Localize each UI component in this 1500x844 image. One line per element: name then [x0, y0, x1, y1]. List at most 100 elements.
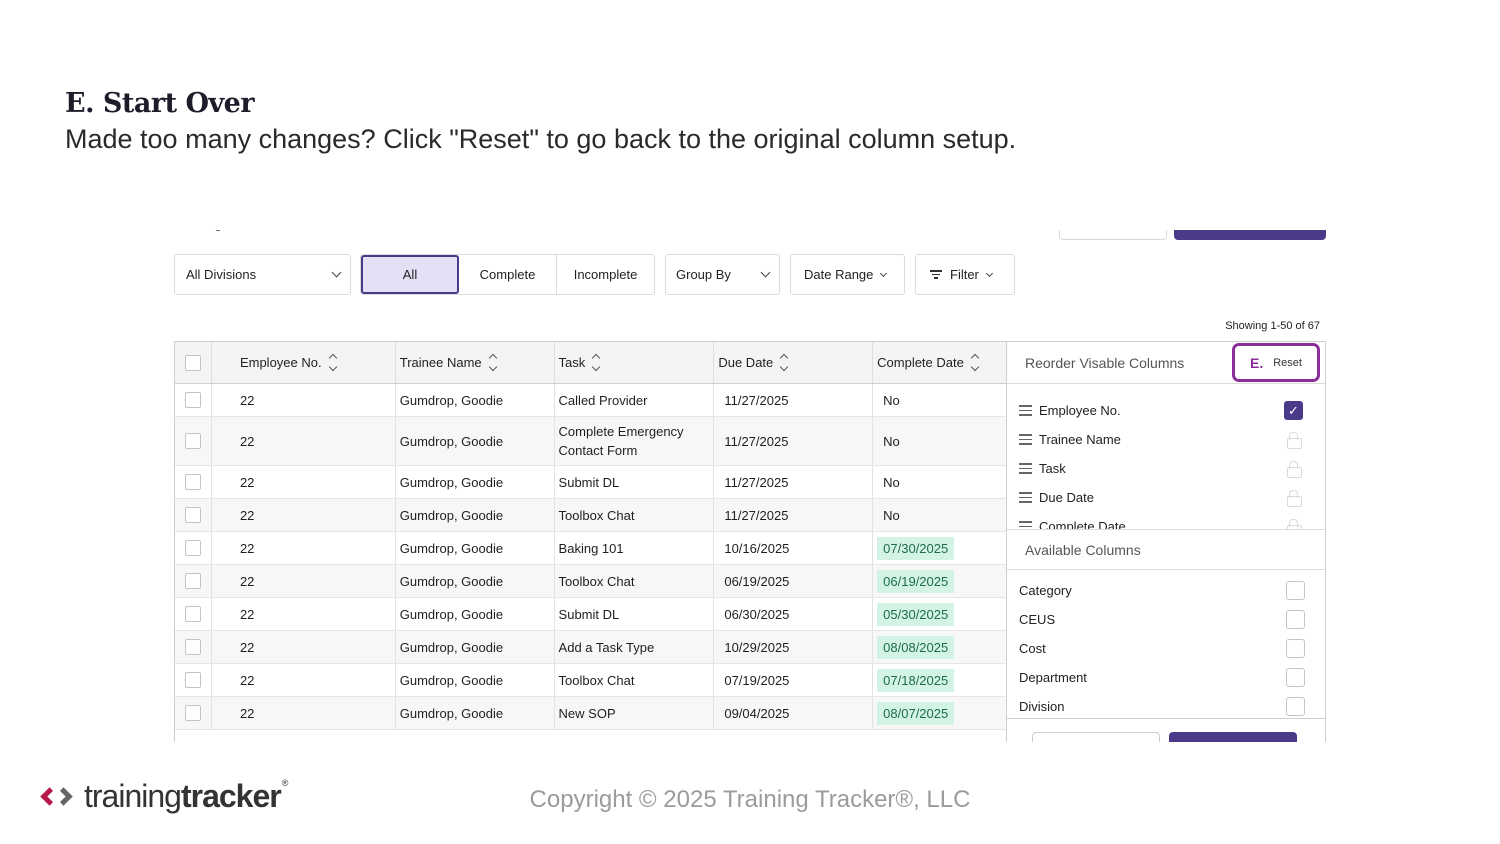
drag-handle-icon[interactable]	[1019, 463, 1032, 474]
group-by-select[interactable]: Group By	[665, 254, 780, 295]
lock-icon	[1287, 518, 1302, 529]
lock-icon	[1287, 489, 1302, 507]
cell-due-date: 07/19/2025	[714, 664, 874, 696]
header-task[interactable]: Task	[555, 342, 715, 383]
drag-handle-icon[interactable]	[1019, 521, 1032, 529]
table-row[interactable]: 22 Gumdrop, Goodie Submit DL 11/27/2025 No	[175, 466, 1006, 499]
visible-column-item[interactable]: Trainee Name	[1007, 425, 1325, 454]
available-column-checkbox[interactable]	[1286, 697, 1305, 716]
cell-due-date: 11/27/2025	[714, 499, 874, 531]
divisions-select-label: All Divisions	[186, 267, 257, 282]
cancel-button[interactable]	[1032, 732, 1160, 742]
available-column-item[interactable]: Division	[1007, 692, 1325, 721]
sort-icon[interactable]	[328, 353, 337, 372]
table-row[interactable]: 22 Gumdrop, Goodie New SOP 09/04/2025 08/07/…	[175, 697, 1006, 730]
visible-column-item[interactable]: Due Date	[1007, 483, 1325, 512]
visible-column-item[interactable]: Task	[1007, 454, 1325, 483]
row-select-cell	[175, 384, 212, 416]
table-row[interactable]: 22 Gumdrop, Goodie Complete Emergency Cont…	[175, 417, 1006, 466]
table-row[interactable]: 22 Gumdrop, Goodie Toolbox Chat 11/27/2025 N…	[175, 499, 1006, 532]
segment-all[interactable]: All	[361, 255, 459, 294]
complete-date-value: 08/08/2025	[877, 635, 955, 659]
table-row[interactable]: 22 Gumdrop, Goodie Called Provider 11/27/20…	[175, 384, 1006, 417]
cell-trainee-name: Gumdrop, Goodie	[396, 417, 555, 465]
primary-action-button[interactable]	[1174, 230, 1326, 240]
secondary-action-button[interactable]	[1059, 230, 1167, 240]
row-checkbox[interactable]	[184, 474, 201, 490]
row-checkbox[interactable]	[184, 392, 201, 408]
drag-handle-icon[interactable]	[1019, 434, 1032, 445]
row-checkbox[interactable]	[184, 672, 201, 688]
cell-due-date: 06/19/2025	[714, 565, 874, 597]
row-checkbox[interactable]	[184, 606, 201, 622]
filter-button[interactable]: Filter	[915, 254, 1015, 295]
row-checkbox[interactable]	[184, 705, 201, 721]
checked-checkbox-icon[interactable]: ✓	[1284, 401, 1303, 420]
header-employee-no[interactable]: Employee No.	[212, 342, 396, 383]
cell-complete-date: 08/07/2025	[873, 697, 1006, 729]
available-column-item[interactable]: Department	[1007, 663, 1325, 692]
table-row[interactable]: 22 Gumdrop, Goodie Submit DL 06/30/2025 05/3…	[175, 598, 1006, 631]
cell-trainee-name: Gumdrop, Goodie	[396, 598, 555, 630]
select-all-cell	[175, 342, 212, 383]
pagination-summary: Showing 1-50 of 67	[1225, 320, 1320, 332]
lock-icon	[1287, 431, 1302, 449]
cell-employee-no: 22	[212, 565, 396, 597]
cell-task: Submit DL	[555, 466, 715, 498]
sort-icon[interactable]	[970, 353, 980, 372]
cell-task: Add a Task Type	[555, 631, 715, 663]
reset-button[interactable]: E. Reset	[1232, 343, 1320, 382]
header-due-date[interactable]: Due Date	[714, 342, 874, 383]
row-checkbox[interactable]	[184, 507, 201, 523]
row-select-cell	[175, 664, 212, 696]
sort-icon[interactable]	[592, 353, 601, 372]
panel-title: Reorder Visable Columns	[1025, 354, 1185, 371]
cell-task: Called Provider	[555, 384, 715, 416]
filter-label: Filter	[950, 267, 979, 282]
date-range-label: Date Range	[804, 267, 874, 282]
apply-button[interactable]	[1169, 732, 1297, 742]
reset-label: Reset	[1273, 356, 1302, 369]
drag-handle-icon[interactable]	[1019, 492, 1032, 503]
table-row[interactable]: 22 Gumdrop, Goodie Baking 101 10/16/2025 07/…	[175, 532, 1006, 565]
available-column-checkbox[interactable]	[1286, 639, 1305, 658]
row-checkbox[interactable]	[184, 639, 201, 655]
copyright-text: Copyright © 2025 Training Tracker®, LLC	[529, 786, 971, 813]
cell-due-date: 11/27/2025	[714, 417, 874, 465]
complete-date-value: No	[883, 507, 900, 523]
cell-due-date: 09/04/2025	[714, 697, 874, 729]
cell-task: Toolbox Chat	[555, 499, 715, 531]
table-row[interactable]: 22 Gumdrop, Goodie Toolbox Chat 07/19/2025 0…	[175, 664, 1006, 697]
table-row[interactable]: 22 Gumdrop, Goodie Toolbox Chat 06/19/2025 0…	[175, 565, 1006, 598]
segment-incomplete[interactable]: Incomplete	[557, 255, 654, 294]
drag-handle-icon[interactable]	[1019, 405, 1032, 416]
complete-date-value: 06/19/2025	[877, 569, 955, 593]
select-all-checkbox[interactable]	[184, 354, 201, 371]
sort-icon[interactable]	[780, 353, 789, 372]
cell-trainee-name: Gumdrop, Goodie	[396, 466, 555, 498]
date-range-select[interactable]: Date Range	[790, 254, 905, 295]
header-complete-date[interactable]: Complete Date	[873, 342, 1006, 383]
row-checkbox[interactable]	[184, 573, 201, 589]
available-column-item[interactable]: CEUS	[1007, 605, 1325, 634]
row-checkbox[interactable]	[184, 433, 201, 449]
header-label: Employee No.	[239, 355, 322, 370]
visible-column-item[interactable]: Complete Date	[1007, 512, 1325, 529]
available-column-label: Department	[1019, 670, 1087, 685]
cell-due-date: 11/27/2025	[714, 384, 874, 416]
available-column-item[interactable]: Category	[1007, 576, 1325, 605]
table-row[interactable]: 22 Gumdrop, Goodie Add a Task Type 10/29/20…	[175, 631, 1006, 664]
available-column-item[interactable]: Cost	[1007, 634, 1325, 663]
sort-icon[interactable]	[488, 353, 497, 372]
row-checkbox[interactable]	[184, 540, 201, 556]
available-column-checkbox[interactable]	[1286, 610, 1305, 629]
available-column-checkbox[interactable]	[1286, 581, 1305, 600]
cell-trainee-name: Gumdrop, Goodie	[396, 631, 555, 663]
divisions-select[interactable]: All Divisions	[174, 254, 351, 295]
row-select-cell	[175, 631, 212, 663]
cell-trainee-name: Gumdrop, Goodie	[396, 532, 555, 564]
available-column-checkbox[interactable]	[1286, 668, 1305, 687]
segment-complete[interactable]: Complete	[459, 255, 557, 294]
visible-column-item[interactable]: Employee No. ✓	[1007, 396, 1325, 425]
header-trainee-name[interactable]: Trainee Name	[396, 342, 555, 383]
